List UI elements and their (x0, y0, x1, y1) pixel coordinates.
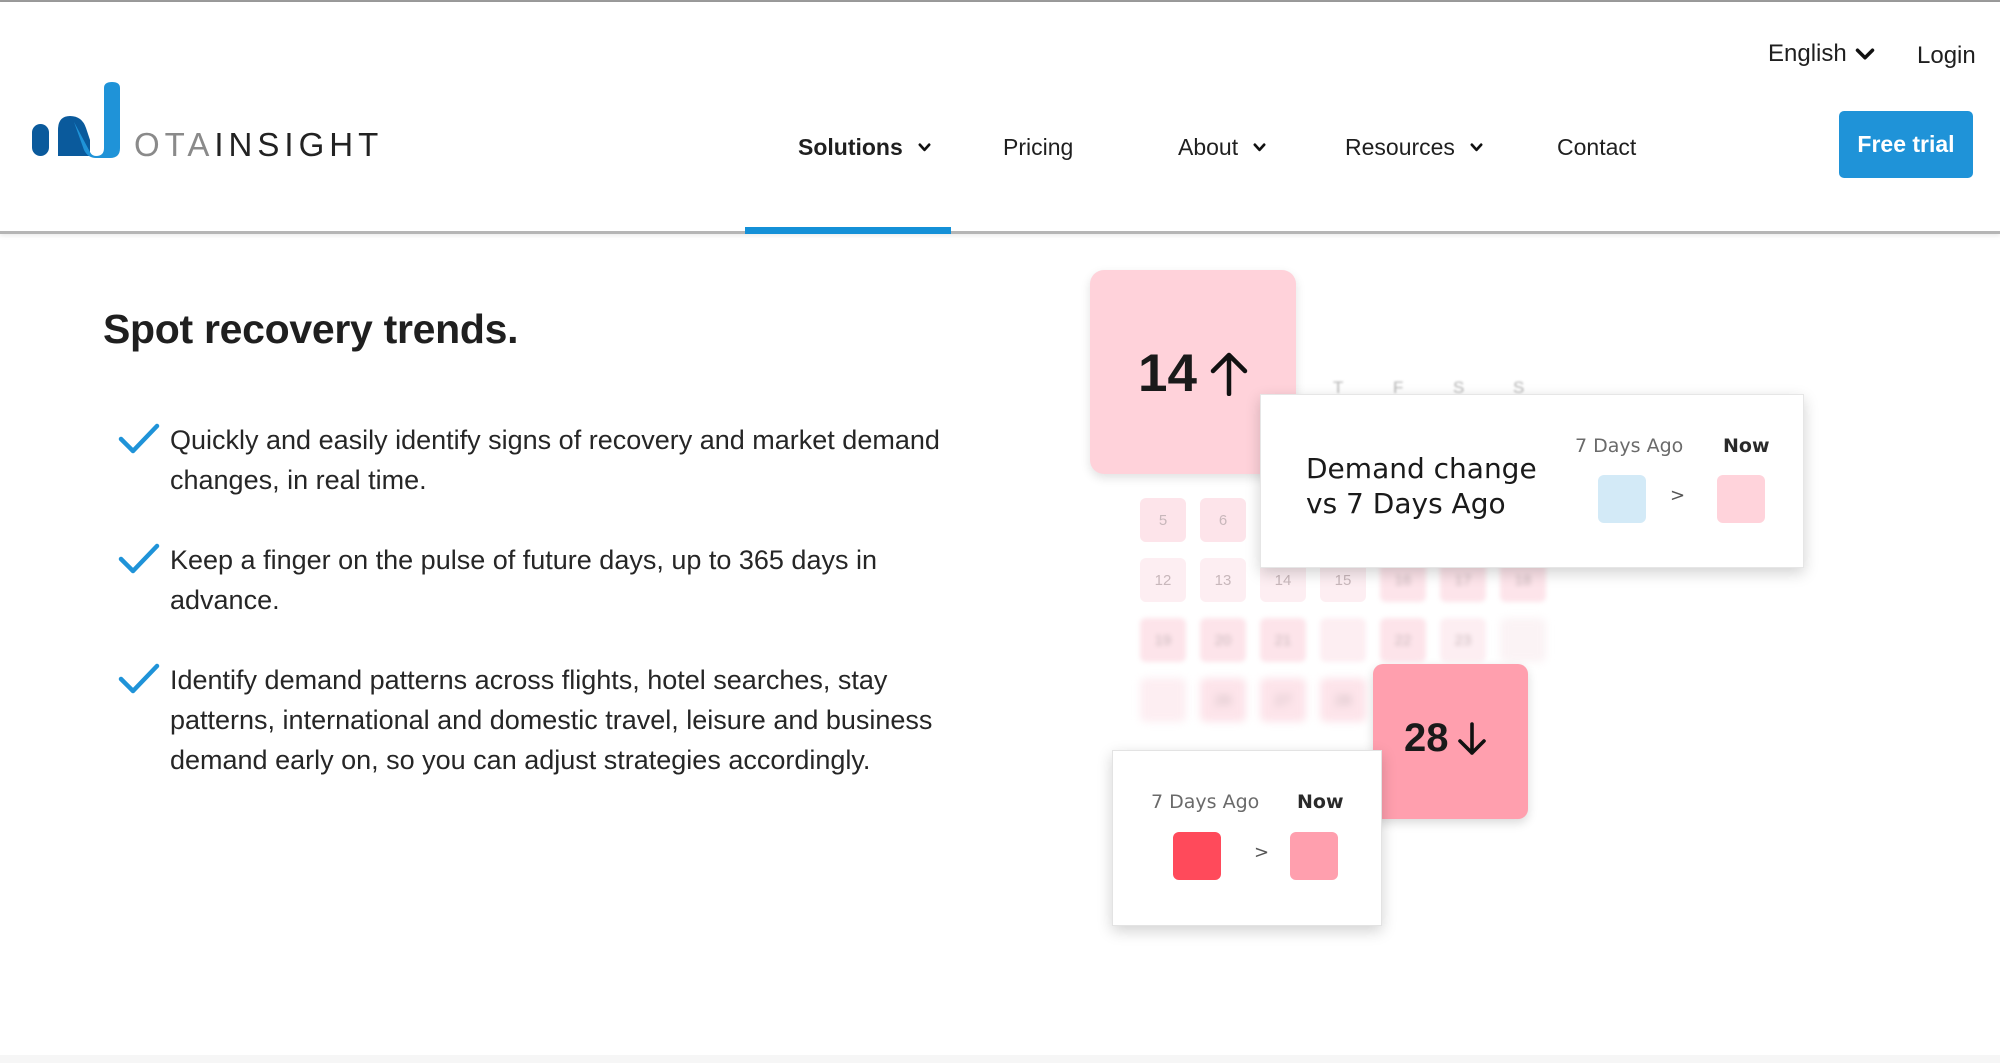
col-label-now: Now (1723, 435, 1770, 457)
logo-ota-text: OTA (134, 126, 215, 163)
nav-item-contact[interactable]: Contact (1557, 134, 1636, 161)
site-header: OTAINSIGHT English Login Solutions Prici… (0, 2, 2000, 234)
section-bottom-strip (0, 1055, 2000, 1063)
nav-label: Resources (1345, 134, 1455, 160)
calendar-day: 20 (1200, 618, 1246, 662)
nav-item-pricing[interactable]: Pricing (1003, 134, 1073, 161)
calendar-day: 6 (1200, 498, 1246, 542)
calendar-day: 12 (1140, 558, 1186, 602)
calendar-day (1140, 678, 1186, 722)
swatch-now (1717, 475, 1765, 523)
calendar-day (1500, 618, 1546, 662)
calendar-day: 19 (1140, 618, 1186, 662)
login-link[interactable]: Login (1917, 42, 1976, 70)
ota-insight-logo[interactable]: OTAINSIGHT (30, 82, 378, 163)
check-icon (118, 663, 160, 694)
demand-up-number: 14 (1138, 344, 1197, 403)
nav-item-about[interactable]: About (1178, 134, 1267, 161)
logo-insight-text: INSIGHT (214, 126, 384, 163)
check-icon (118, 543, 160, 574)
arrow-up-icon (1210, 352, 1248, 396)
demand-up-value: 14 (1138, 343, 1249, 404)
nav-label: About (1178, 134, 1239, 160)
check-icon (118, 423, 160, 454)
feature-text: Identify demand patterns across flights,… (170, 665, 933, 775)
nav-label: Contact (1557, 134, 1637, 160)
swatch-7-days-ago (1598, 475, 1646, 523)
demand-change-title: Demand change vs 7 Days Ago (1306, 451, 1537, 521)
feature-list: Quickly and easily identify signs of rec… (116, 420, 946, 820)
logo-wordmark: OTAINSIGHT (134, 126, 383, 164)
compare-symbol: > (1254, 842, 1270, 863)
demand-illustration: T F S S 5 6 12 13 14 15 16 17 18 19 20 2… (1088, 268, 1818, 948)
nav-item-resources[interactable]: Resources (1345, 134, 1484, 161)
nav-label: Pricing (1003, 134, 1074, 160)
swatch-now (1290, 832, 1338, 880)
chevron-down-icon (1253, 143, 1266, 152)
demand-compare-card: 7 Days Ago Now > (1112, 750, 1382, 926)
demand-title-line2: vs 7 Days Ago (1306, 487, 1506, 520)
logo-mark-icon (32, 82, 120, 158)
demand-down-tile: 28 (1373, 664, 1528, 819)
feature-text: Keep a finger on the pulse of future day… (170, 545, 877, 615)
chevron-down-icon (1470, 143, 1483, 152)
language-selector[interactable]: English (1768, 40, 1875, 68)
swatch-7-days-ago (1173, 832, 1221, 880)
chevron-down-icon (1855, 48, 1874, 60)
demand-title-line1: Demand change (1306, 452, 1537, 485)
feature-text: Quickly and easily identify signs of rec… (170, 425, 940, 495)
calendar-day: 27 (1260, 678, 1306, 722)
calendar-day: 28 (1320, 678, 1366, 722)
chevron-down-icon (918, 143, 931, 152)
col-label-7-days-ago: 7 Days Ago (1575, 435, 1684, 457)
demand-down-value: 28 (1404, 716, 1487, 761)
calendar-day (1320, 618, 1366, 662)
demand-change-card: Demand change vs 7 Days Ago 7 Days Ago N… (1260, 394, 1804, 568)
calendar-day: 22 (1380, 618, 1426, 662)
nav-item-solutions[interactable]: Solutions (798, 134, 932, 161)
arrow-down-icon (1457, 721, 1486, 755)
calendar-day: 5 (1140, 498, 1186, 542)
calendar-day: 13 (1200, 558, 1246, 602)
calendar-day: 23 (1440, 618, 1486, 662)
section-headline: Spot recovery trends. (103, 306, 519, 352)
free-trial-button[interactable]: Free trial (1839, 111, 1973, 178)
calendar-day: 26 (1200, 678, 1246, 722)
calendar-day: 21 (1260, 618, 1306, 662)
nav-label: Solutions (798, 134, 903, 160)
feature-list-item: Quickly and easily identify signs of rec… (116, 420, 946, 500)
language-label: English (1768, 40, 1847, 67)
feature-list-item: Keep a finger on the pulse of future day… (116, 540, 946, 620)
col-label-now: Now (1297, 791, 1344, 813)
col-label-7-days-ago: 7 Days Ago (1151, 791, 1260, 813)
active-nav-indicator (745, 227, 951, 234)
demand-down-number: 28 (1404, 716, 1449, 760)
compare-symbol: > (1670, 485, 1686, 506)
feature-list-item: Identify demand patterns across flights,… (116, 660, 946, 780)
